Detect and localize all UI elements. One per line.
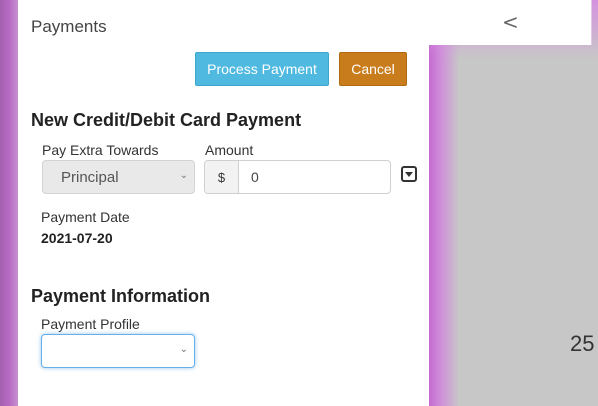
amount-input[interactable]: 0 [239, 169, 259, 185]
chevron-down-icon: ⌄ [179, 170, 188, 181]
background-partial-number: 25 [570, 331, 595, 356]
payment-information-title: Payment Information [31, 286, 211, 306]
payment-date-value: 2021-07-20 [41, 230, 113, 246]
chevron-down-icon: ⌄ [179, 344, 188, 355]
payment-profile-select[interactable]: ⌄ [41, 334, 195, 368]
process-payment-button[interactable]: Process Payment [195, 52, 329, 86]
currency-addon: $ [205, 161, 239, 193]
amount-input-group: $ 0 [204, 160, 391, 194]
pay-extra-selected-value: Principal [61, 168, 119, 186]
pay-extra-label: Pay Extra Towards [42, 142, 159, 158]
payments-modal: Payments Process Payment Cancel New Cred… [18, 0, 429, 406]
payment-date-label: Payment Date [41, 209, 130, 225]
background-left-strip [0, 0, 18, 406]
caret-square-down-icon[interactable] [401, 166, 417, 182]
background-panel: < [429, 0, 592, 45]
cancel-button[interactable]: Cancel [339, 52, 407, 86]
card-payment-section-title: New Credit/Debit Card Payment [31, 110, 302, 130]
modal-title: Payments [31, 17, 107, 36]
pay-extra-select[interactable]: Principal ⌄ [42, 160, 195, 194]
background-right-area: < 25 [429, 0, 598, 406]
background-shadow-edge [429, 0, 459, 406]
payment-profile-label: Payment Profile [41, 316, 140, 332]
amount-label: Amount [205, 142, 254, 158]
chevron-left-icon[interactable]: < [502, 12, 519, 32]
